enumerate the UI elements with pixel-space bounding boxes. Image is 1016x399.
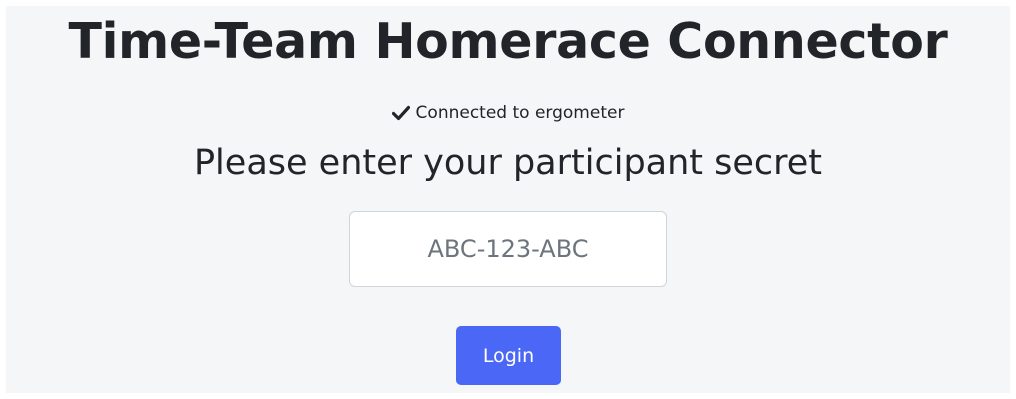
login-button[interactable]: Login	[456, 326, 561, 385]
participant-secret-input[interactable]	[349, 211, 667, 287]
connection-status-text: Connected to ergometer	[415, 103, 625, 123]
connection-status: Connected to ergometer	[0, 100, 1016, 129]
secret-prompt: Please enter your participant secret	[193, 143, 823, 183]
page-title: Time-Team Homerace Connector	[68, 13, 948, 70]
checkmark-icon	[391, 103, 410, 129]
